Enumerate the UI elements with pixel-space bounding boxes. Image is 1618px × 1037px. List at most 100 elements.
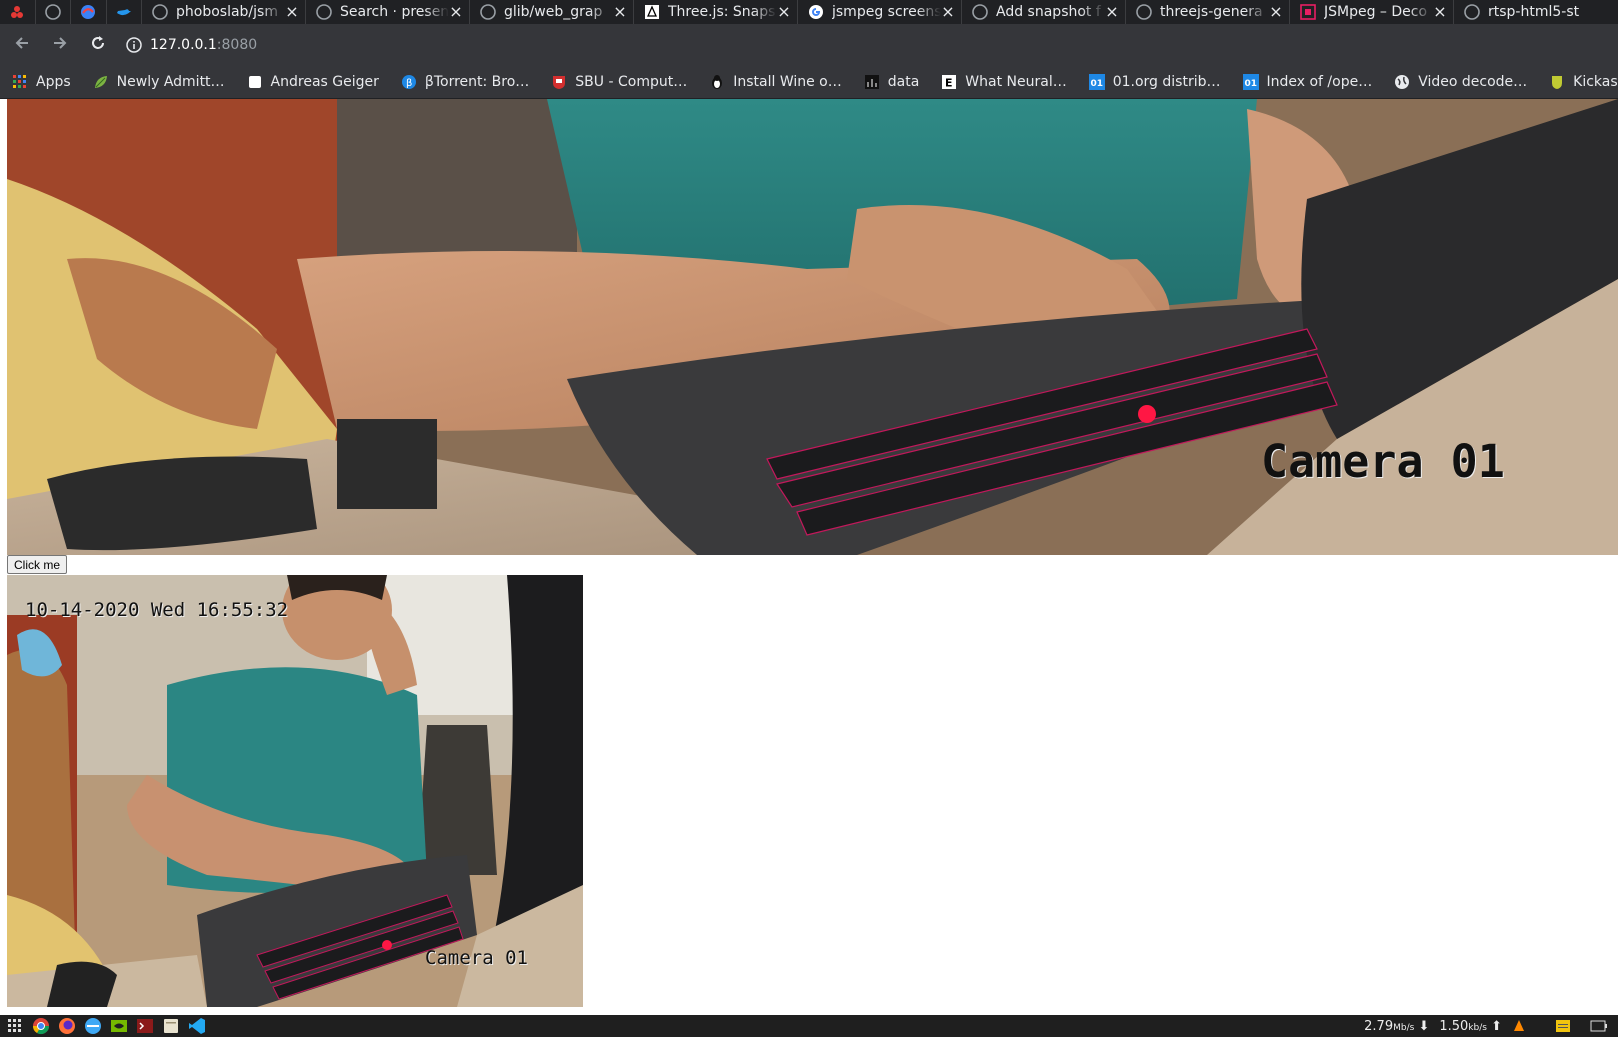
reload-icon [90, 35, 106, 55]
close-icon[interactable]: × [1105, 4, 1119, 20]
bookmark-label: Kickasst [1573, 73, 1618, 90]
threejs-icon [644, 4, 660, 20]
bookmark-item[interactable]: Kickasst [1537, 74, 1618, 90]
svg-text:01: 01 [1090, 79, 1103, 89]
vlc-icon[interactable] [1512, 1019, 1526, 1033]
pinned-tab[interactable] [71, 0, 107, 24]
bookmark-item[interactable]: 01 01.org distrib… [1077, 73, 1231, 90]
bookmark-item[interactable]: Video decode… [1382, 74, 1537, 90]
close-icon[interactable]: × [1433, 4, 1447, 20]
browser-tab[interactable]: jsmpeg screens × [798, 0, 962, 24]
terminal-icon[interactable] [134, 1015, 156, 1037]
bookmark-item[interactable]: data [852, 74, 930, 90]
pinned-tab[interactable] [107, 0, 142, 24]
pinned-tab[interactable] [36, 0, 71, 24]
camera-label: Camera 01 [1261, 435, 1505, 488]
close-icon[interactable]: × [613, 4, 627, 20]
bookmark-label: Newly Admitt… [116, 73, 225, 90]
tab-title: phoboslab/jsm [176, 4, 278, 20]
bookmark-label: Video decode… [1418, 73, 1528, 90]
globe-icon [1394, 74, 1410, 90]
tray: 2.79Mb/s ⬇ 1.50kb/s ⬆ [1364, 1019, 1618, 1034]
tab-title: Add snapshot f [996, 4, 1101, 20]
github-icon [1464, 4, 1480, 20]
penguin-icon [709, 74, 725, 90]
leaf-icon [93, 74, 109, 90]
bookmark-item[interactable]: β βTorrent: Bro… [389, 74, 539, 90]
camera-timestamp: 10-14-2020 Wed 16:55:32 [25, 599, 289, 621]
close-icon[interactable]: × [777, 4, 791, 20]
bookmark-label: βTorrent: Bro… [424, 73, 530, 90]
red-app-icon [9, 4, 25, 20]
upload-rate-unit: kb/s [1468, 1022, 1487, 1033]
url-host: 127.0.0.1 [150, 36, 217, 53]
upload-arrow-icon: ⬆ [1491, 1018, 1502, 1034]
bookmark-label: Apps [36, 73, 71, 90]
bookmark-label: Andreas Geiger [270, 73, 379, 90]
bookmark-label: SBU - Comput… [575, 73, 688, 90]
address-bar[interactable]: 127.0.0.1:8080 [126, 30, 257, 60]
browser-tab[interactable]: threejs-genera × [1126, 0, 1290, 24]
github-icon [972, 4, 988, 20]
forward-arrow-icon [52, 35, 68, 55]
bookmark-item[interactable]: SBU - Comput… [539, 74, 697, 90]
back-button[interactable] [6, 29, 38, 61]
close-icon[interactable]: × [285, 4, 299, 20]
close-icon[interactable]: × [1269, 4, 1283, 20]
tab-title: JSMpeg – Deco [1324, 4, 1428, 20]
bookmark-label: Index of /ope… [1266, 73, 1373, 90]
app-grid-icon[interactable] [4, 1015, 26, 1037]
browser-tab[interactable]: glib/web_grap × [470, 0, 634, 24]
docker-icon [116, 4, 132, 20]
01org-icon: 01 [1088, 73, 1105, 90]
url-port: :8080 [216, 36, 258, 53]
01org-icon: 01 [1242, 73, 1259, 90]
chrome-icon[interactable] [30, 1015, 52, 1037]
close-icon[interactable]: × [941, 4, 955, 20]
browser-tab[interactable]: Add snapshot f × [962, 0, 1126, 24]
page-content: Camera 01 Click me 10-14-2020 Wed 16:55:… [0, 99, 1618, 1015]
back-arrow-icon [14, 35, 30, 55]
click-me-button[interactable]: Click me [7, 555, 68, 574]
sbu-shield-icon [551, 74, 567, 90]
reload-button[interactable] [82, 29, 114, 61]
bookmark-apps[interactable]: Apps [0, 74, 81, 90]
e-letter-icon: E [941, 74, 957, 90]
camera-frame-image [7, 575, 583, 1007]
vscode-icon[interactable] [186, 1015, 208, 1037]
kickass-icon [1549, 74, 1565, 90]
tab-title: rtsp-html5-st [1488, 4, 1580, 20]
bookmark-item[interactable]: 01 Index of /ope… [1231, 73, 1383, 90]
close-icon[interactable]: × [449, 4, 463, 20]
bookmark-item[interactable]: Andreas Geiger [235, 74, 389, 90]
bookmark-item[interactable]: E What Neural… [929, 74, 1076, 90]
steam-like-icon[interactable] [82, 1015, 104, 1037]
os-taskbar: 2.79Mb/s ⬇ 1.50kb/s ⬆ [0, 1015, 1618, 1037]
browser-tab[interactable]: Search · presen × [306, 0, 470, 24]
camera-canvas-small: 10-14-2020 Wed 16:55:32 Camera 01 [7, 575, 583, 1007]
upload-rate-value: 1.50 [1439, 1018, 1469, 1034]
white-square-icon [247, 74, 263, 90]
battery-icon[interactable] [1590, 1020, 1608, 1032]
forward-button[interactable] [44, 29, 76, 61]
bookmarks-bar: Apps Newly Admitt… Andreas Geiger β βTor… [0, 65, 1618, 99]
files-icon[interactable] [160, 1015, 182, 1037]
nvidia-icon[interactable] [108, 1015, 130, 1037]
pinned-tab[interactable] [0, 0, 36, 24]
bookmark-label: Install Wine o… [733, 73, 842, 90]
download-rate-value: 2.79 [1364, 1018, 1394, 1034]
notes-icon[interactable] [1556, 1020, 1570, 1032]
tab-title: glib/web_grap [504, 4, 603, 20]
svg-text:E: E [945, 76, 953, 89]
info-icon[interactable] [126, 36, 142, 53]
browser-tab[interactable]: phoboslab/jsm × [142, 0, 306, 24]
bookmark-label: 01.org distrib… [1112, 73, 1221, 90]
browser-tab[interactable]: rtsp-html5-st [1454, 0, 1618, 24]
firefox-icon[interactable] [56, 1015, 78, 1037]
browser-tab[interactable]: JSMpeg – Deco × [1290, 0, 1454, 24]
bookmark-item[interactable]: Newly Admitt… [81, 74, 235, 90]
bookmark-item[interactable]: Install Wine o… [697, 74, 852, 90]
browser-tab[interactable]: Three.js: Snaps × [634, 0, 798, 24]
svg-text:01: 01 [1244, 79, 1257, 89]
svg-text:β: β [406, 78, 412, 89]
